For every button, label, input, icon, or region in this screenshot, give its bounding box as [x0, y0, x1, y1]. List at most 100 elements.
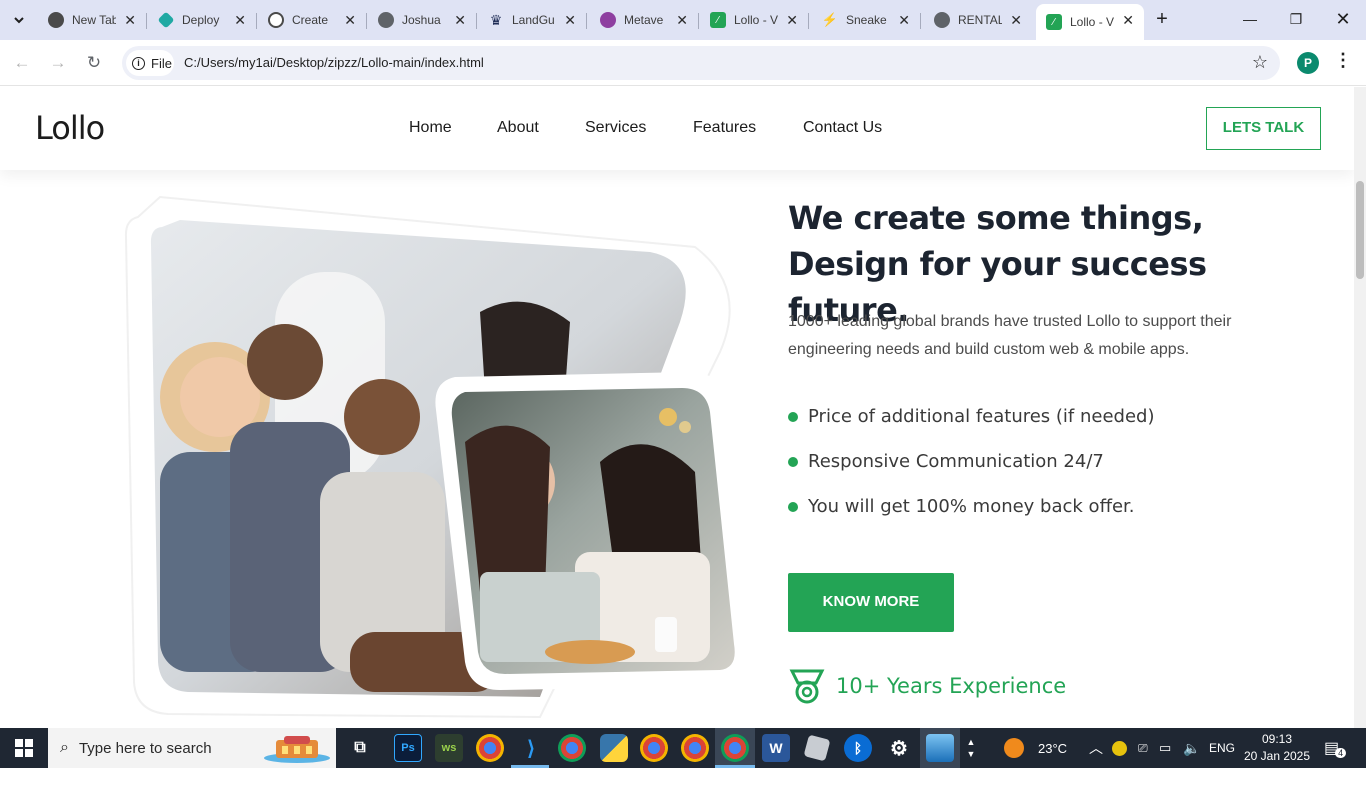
tab-separator: [586, 13, 587, 29]
page-scrollbar[interactable]: [1354, 87, 1366, 728]
roblox-icon[interactable]: [803, 734, 831, 762]
tab-separator: [366, 13, 367, 29]
tab-lollo-active[interactable]: ⁄ Lollo - V ✕: [1036, 4, 1144, 40]
notifications-icon[interactable]: ▤ 4: [1324, 728, 1347, 768]
close-icon[interactable]: ✕: [454, 12, 466, 28]
tab-title: Joshua: [402, 13, 441, 27]
nav-about[interactable]: About: [497, 119, 539, 137]
volume-icon[interactable]: 🔈: [1183, 728, 1200, 768]
weather-widget[interactable]: 23°C: [1004, 728, 1067, 768]
tab-search-button[interactable]: [6, 7, 32, 33]
close-icon[interactable]: ✕: [1010, 12, 1022, 28]
feature-text: Responsive Communication 24/7: [808, 451, 1104, 472]
back-button[interactable]: ←: [10, 51, 34, 75]
site-logo[interactable]: Lollo: [35, 109, 105, 147]
close-icon[interactable]: ✕: [234, 12, 246, 28]
forward-button[interactable]: →: [46, 51, 70, 75]
close-icon[interactable]: ✕: [898, 12, 910, 28]
circle-icon: [600, 12, 616, 28]
tab-title: Deploy: [182, 13, 220, 27]
close-icon[interactable]: ✕: [124, 12, 136, 28]
meet-icon[interactable]: ⎚: [1138, 728, 1148, 768]
restore-button[interactable]: ❐: [1284, 8, 1308, 32]
close-icon[interactable]: ✕: [564, 12, 576, 28]
chrome-icon[interactable]: [476, 734, 504, 762]
profile-avatar[interactable]: P: [1297, 52, 1319, 74]
show-hidden-icons-icon[interactable]: ︿: [1089, 728, 1103, 768]
know-more-button[interactable]: KNOW MORE: [788, 573, 954, 632]
reload-button[interactable]: ↻: [82, 51, 106, 75]
tab-strip: New Tab ✕ Deploy ✕ Create ✕ Joshua ✕ ♛ L…: [0, 0, 1366, 40]
tab-separator: [256, 13, 257, 29]
tab-title: Metave: [624, 13, 664, 27]
lets-talk-button[interactable]: LETS TALK: [1206, 107, 1321, 150]
search-placeholder: Type here to search: [78, 739, 212, 757]
clock-time: 09:13: [1261, 732, 1293, 746]
task-view-icon[interactable]: ⧉: [346, 734, 374, 762]
new-tab-button[interactable]: +: [1150, 8, 1174, 32]
bullet-dot: [788, 501, 798, 512]
close-window-button[interactable]: ✕: [1331, 8, 1355, 32]
taskbar-search[interactable]: ⌕ Type here to search: [48, 728, 336, 768]
feature-text: Price of additional features (if needed): [808, 406, 1155, 427]
tab-separator: [698, 13, 699, 29]
windows-taskbar: ⌕ Type here to search ⧉ Ps ws ⟩ W ᛒ ⚙ ▲ ▼…: [0, 728, 1366, 768]
notification-count: 4: [1335, 748, 1347, 758]
system-clock[interactable]: 09:13 20 Jan 2025: [1243, 731, 1311, 765]
bluetooth-icon[interactable]: ᛒ: [844, 734, 872, 762]
battery-icon[interactable]: ▭: [1159, 728, 1171, 768]
word-icon[interactable]: W: [762, 734, 790, 762]
close-icon[interactable]: ✕: [676, 12, 688, 28]
chip-label: File: [151, 55, 172, 71]
tab-sneaker[interactable]: ⚡ Sneake ✕: [812, 4, 921, 36]
nav-home[interactable]: Home: [409, 119, 452, 137]
tab-separator: [920, 13, 921, 29]
minimize-button[interactable]: —: [1238, 8, 1262, 32]
windows-logo-icon: [15, 739, 33, 757]
chrome-icon[interactable]: [558, 734, 586, 762]
tab-joshua[interactable]: Joshua ✕: [368, 4, 477, 36]
settings-gear-icon[interactable]: ⚙: [885, 734, 913, 762]
photoshop-icon[interactable]: Ps: [394, 734, 422, 762]
scrollbar-thumb[interactable]: [1356, 181, 1364, 279]
tab-lollo-1[interactable]: ⁄ Lollo - V ✕: [700, 4, 809, 36]
close-icon[interactable]: ✕: [1122, 12, 1134, 28]
address-bar[interactable]: i File C:/Users/my1ai/Desktop/zipzz/Loll…: [122, 46, 1280, 80]
webstorm-icon[interactable]: ws: [435, 734, 463, 762]
nav-contact-us[interactable]: Contact Us: [803, 119, 882, 137]
site-info-chip[interactable]: i File: [126, 50, 174, 76]
weather-temperature: 23°C: [1038, 740, 1068, 756]
tab-metave[interactable]: Metave ✕: [590, 4, 699, 36]
tab-title: Lollo - V: [734, 13, 778, 27]
close-icon[interactable]: ✕: [786, 12, 798, 28]
tab-create[interactable]: Create ✕: [258, 4, 367, 36]
tab-rental[interactable]: RENTAL ✕: [924, 4, 1032, 36]
tray-app-icon[interactable]: [1112, 728, 1127, 768]
chrome-icon[interactable]: [681, 734, 709, 762]
language-indicator[interactable]: ENG: [1209, 728, 1235, 768]
menu-kebab-icon[interactable]: ⋮: [1334, 50, 1352, 71]
below-taskbar-area: [0, 768, 1366, 805]
chrome-icon[interactable]: [640, 734, 668, 762]
tab-deploy[interactable]: Deploy ✕: [148, 4, 257, 36]
close-icon[interactable]: ✕: [344, 12, 356, 28]
python-icon[interactable]: [600, 734, 628, 762]
tab-new-tab[interactable]: New Tab ✕: [38, 4, 147, 36]
search-icon: ⌕: [60, 739, 69, 756]
photos-icon[interactable]: [926, 734, 954, 762]
clock-date: 20 Jan 2025: [1243, 749, 1311, 763]
tab-landgu[interactable]: ♛ LandGu ✕: [478, 4, 587, 36]
chrome-icon[interactable]: [721, 734, 749, 762]
taskbar-scroll-arrows[interactable]: ▲ ▼: [964, 728, 978, 768]
web-page: Lollo Home About Services Features Conta…: [0, 87, 1354, 728]
bookmark-star-icon[interactable]: ☆: [1252, 52, 1268, 73]
nav-services[interactable]: Services: [585, 119, 646, 137]
vscode-icon[interactable]: ⟩: [517, 734, 545, 762]
hero-intro: 1000+ leading global brands have trusted…: [788, 313, 1232, 358]
start-button[interactable]: [0, 728, 48, 768]
tab-title: New Tab: [72, 13, 116, 27]
url-text[interactable]: C:/Users/my1ai/Desktop/zipzz/Lollo-main/…: [184, 55, 484, 70]
experience-text: 10+ Years Experience: [836, 674, 1067, 698]
tab-title: RENTAL: [958, 13, 1002, 27]
nav-features[interactable]: Features: [693, 119, 756, 137]
